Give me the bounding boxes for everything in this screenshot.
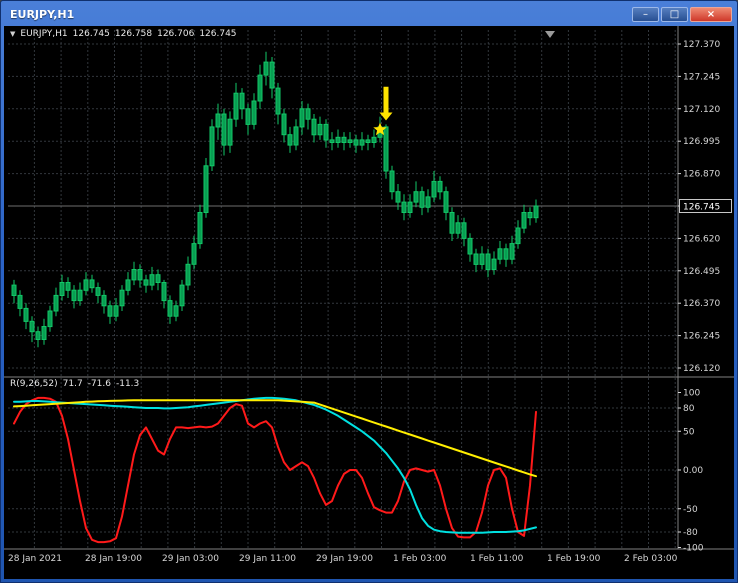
window-title: EURJPY,H1 [10, 7, 75, 21]
grid [8, 30, 678, 549]
svg-text:126.370: 126.370 [683, 299, 720, 309]
svg-text:127.370: 127.370 [683, 40, 720, 50]
svg-text:2 Feb 03:00: 2 Feb 03:00 [624, 554, 678, 564]
svg-text:-80: -80 [683, 528, 698, 538]
svg-text:50: 50 [683, 427, 695, 437]
svg-text:29 Jan 19:00: 29 Jan 19:00 [316, 554, 373, 564]
svg-text:126.120: 126.120 [683, 364, 720, 374]
svg-text:28 Jan 2021: 28 Jan 2021 [8, 554, 62, 564]
chart-shift-marker[interactable] [545, 31, 555, 38]
chart-canvas[interactable]: 127.370 127.245 127.120 126.995 126.870 126.7… [4, 26, 734, 579]
maximize-button[interactable]: □ [661, 6, 688, 22]
chart-client-area: 127.370 127.245 127.120 126.995 126.870 126.7… [4, 26, 734, 579]
svg-text:-50: -50 [683, 505, 698, 515]
close-button[interactable]: × [690, 6, 732, 22]
indicator-axis[interactable]: 100 80 50 0.00 -50 -80 -100 [678, 389, 704, 554]
svg-text:126.995: 126.995 [683, 137, 720, 147]
svg-text:-100: -100 [683, 544, 704, 554]
svg-text:1 Feb 03:00: 1 Feb 03:00 [393, 554, 447, 564]
svg-text:80: 80 [683, 404, 695, 414]
price-axis[interactable]: 127.370 127.245 127.120 126.995 126.870 126.7… [678, 40, 732, 374]
time-axis[interactable]: 28 Jan 2021 28 Jan 19:00 29 Jan 03:00 29 Ja… [8, 554, 678, 564]
svg-text:126.745: 126.745 [683, 203, 720, 213]
svg-text:127.120: 127.120 [683, 105, 720, 115]
svg-text:0.00: 0.00 [683, 466, 703, 476]
svg-text:127.245: 127.245 [683, 72, 720, 82]
svg-text:1 Feb 19:00: 1 Feb 19:00 [547, 554, 601, 564]
svg-text:126.620: 126.620 [683, 234, 720, 244]
svg-text:100: 100 [683, 389, 700, 399]
svg-text:29 Jan 11:00: 29 Jan 11:00 [239, 554, 296, 564]
titlebar[interactable]: EURJPY,H1 – □ × [1, 1, 737, 25]
svg-text:28 Jan 19:00: 28 Jan 19:00 [85, 554, 142, 564]
svg-text:126.245: 126.245 [683, 332, 720, 342]
svg-text:1 Feb 11:00: 1 Feb 11:00 [470, 554, 524, 564]
minimize-button[interactable]: – [632, 6, 659, 22]
svg-text:126.870: 126.870 [683, 170, 720, 180]
window-controls: – □ × [632, 6, 732, 22]
svg-text:126.495: 126.495 [683, 267, 720, 277]
svg-text:29 Jan 03:00: 29 Jan 03:00 [162, 554, 219, 564]
chart-window: EURJPY,H1 – □ × 127.370 127.245 127.120 126… [0, 0, 738, 583]
